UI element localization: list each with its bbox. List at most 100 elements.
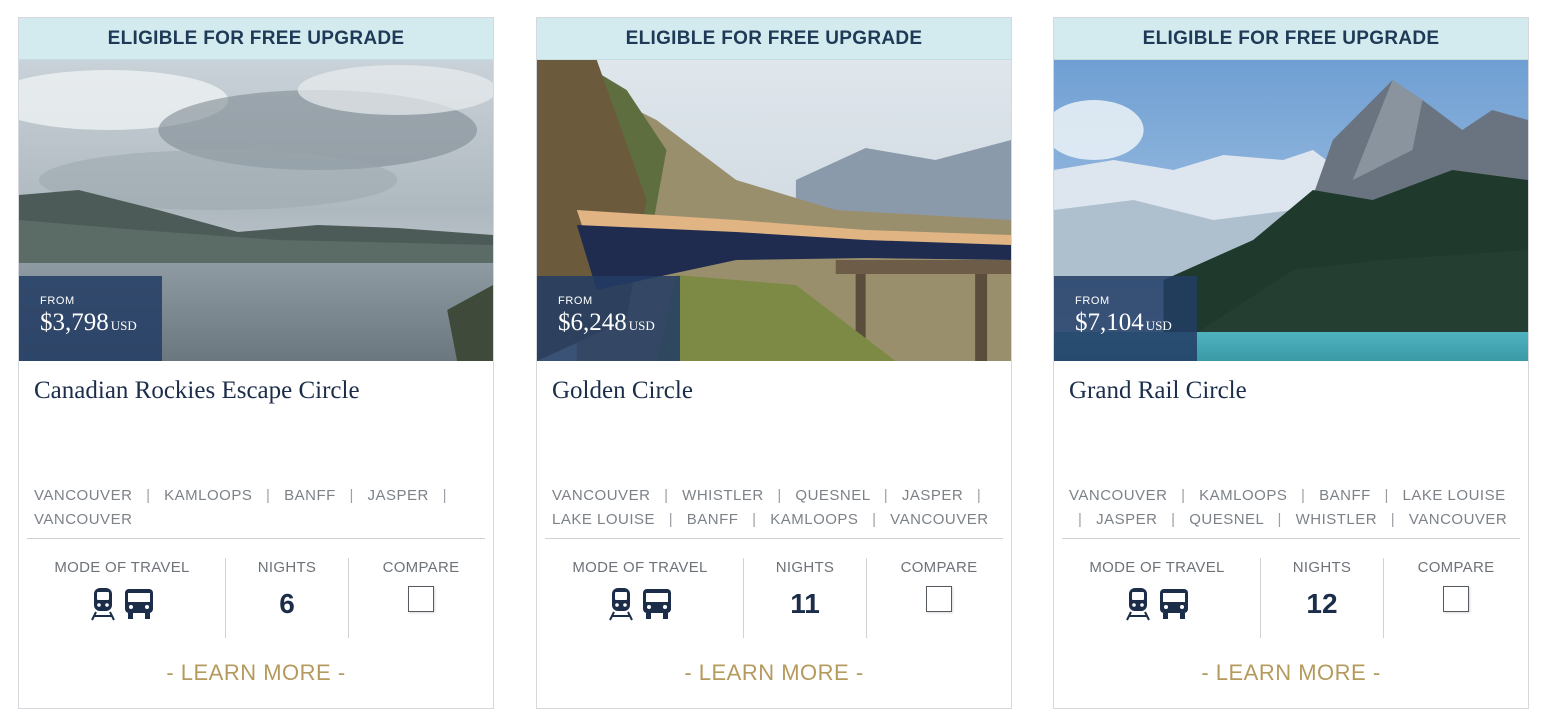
mode-of-travel: MODE OF TRAVEL xyxy=(1054,558,1260,638)
route-stop: BANFF xyxy=(686,511,739,528)
tour-photo-train[interactable]: FROM $6,248 USD xyxy=(537,60,1011,361)
price-currency: USD xyxy=(628,318,655,333)
compare: COMPARE xyxy=(866,558,1011,638)
compare-checkbox[interactable] xyxy=(1443,586,1469,612)
price-from-label: FROM xyxy=(40,295,75,307)
route-stops: VANCOUVER | KAMLOOPS | BANFF | LAKE LOUI… xyxy=(1069,484,1516,532)
price-badge: FROM $7,104 USD xyxy=(1054,276,1197,361)
route-separator: | xyxy=(1301,487,1306,504)
bus-icon xyxy=(643,589,671,619)
tour-photo-lake[interactable]: FROM $3,798 USD xyxy=(19,60,493,361)
bus-icon xyxy=(1160,589,1188,619)
route-stop: VANCOUVER xyxy=(1408,511,1508,528)
route-separator: | xyxy=(266,487,271,504)
route-stops: VANCOUVER | KAMLOOPS | BANFF | JASPER | … xyxy=(34,484,481,532)
route-stop: VANCOUVER xyxy=(34,487,133,504)
route-separator: | xyxy=(872,511,877,528)
route-separator: | xyxy=(442,487,447,504)
compare: COMPARE xyxy=(348,558,493,638)
route-stop: BANFF xyxy=(1319,487,1371,504)
price-amount: $6,248 xyxy=(558,309,627,336)
route-stop: KAMLOOPS xyxy=(770,511,859,528)
route-stop: WHISTLER xyxy=(1295,511,1378,528)
nights-label: NIGHTS xyxy=(257,559,317,576)
route-stop: LAKE LOUISE xyxy=(1402,487,1506,504)
mode-of-travel-label: MODE OF TRAVEL xyxy=(1089,559,1225,576)
tour-card[interactable]: ELIGIBLE FOR FREE UPGRADE xyxy=(536,17,1012,709)
divider xyxy=(1062,538,1520,539)
compare-checkbox[interactable] xyxy=(926,586,952,612)
tour-photo-mountains[interactable]: FROM $7,104 USD xyxy=(1054,60,1528,361)
route-stop: JASPER xyxy=(1096,511,1158,528)
route-separator: | xyxy=(349,487,354,504)
route-stops: VANCOUVER | WHISTLER | QUESNEL | JASPER … xyxy=(552,484,999,532)
route-stop: KAMLOOPS xyxy=(164,487,253,504)
route-stop: JASPER xyxy=(901,487,964,504)
route-stop: KAMLOOPS xyxy=(1199,487,1288,504)
route-separator: | xyxy=(1078,511,1083,528)
route-stop: BANFF xyxy=(284,487,336,504)
tour-card[interactable]: ELIGIBLE FOR FREE UPGRADE xyxy=(1053,17,1529,709)
tour-card-list: ELIGIBLE FOR FREE UPGRADE FROM $3,798 US… xyxy=(0,0,1549,726)
upgrade-banner: ELIGIBLE FOR FREE UPGRADE xyxy=(1054,18,1528,60)
mode-of-travel: MODE OF TRAVEL xyxy=(19,558,225,638)
train-icon xyxy=(1126,588,1150,621)
learn-more-link[interactable]: - LEARN MORE - xyxy=(19,660,493,686)
nights: NIGHTS 12 xyxy=(1260,558,1383,638)
upgrade-banner: ELIGIBLE FOR FREE UPGRADE xyxy=(19,18,493,60)
route-stop: QUESNEL xyxy=(795,487,871,504)
tour-meta: MODE OF TRAVEL NIGHTS 11 COMPARE xyxy=(537,558,1011,638)
price-from-label: FROM xyxy=(558,295,593,307)
route-separator: | xyxy=(1390,511,1396,528)
nights: NIGHTS 11 xyxy=(743,558,866,638)
price-badge: FROM $3,798 USD xyxy=(19,276,162,361)
route-stop: LAKE LOUISE xyxy=(552,511,656,528)
route-stop: VANCOUVER xyxy=(34,511,133,528)
upgrade-banner: ELIGIBLE FOR FREE UPGRADE xyxy=(537,18,1011,60)
price-amount: $3,798 xyxy=(40,309,109,336)
route-separator: | xyxy=(1171,511,1176,528)
compare-label: COMPARE xyxy=(382,559,460,576)
mode-of-travel: MODE OF TRAVEL xyxy=(537,558,743,638)
route-separator: | xyxy=(883,487,889,504)
route-stop: VANCOUVER xyxy=(890,511,989,528)
divider xyxy=(545,538,1003,539)
nights-count: 12 xyxy=(1306,588,1338,619)
divider xyxy=(27,538,485,539)
route-stop: VANCOUVER xyxy=(552,487,651,504)
price-currency: USD xyxy=(1145,318,1172,333)
tour-title[interactable]: Grand Rail Circle xyxy=(1069,377,1513,405)
route-stop: VANCOUVER xyxy=(1069,487,1168,504)
tour-card[interactable]: ELIGIBLE FOR FREE UPGRADE xyxy=(18,17,494,709)
bus-icon xyxy=(125,589,153,619)
price-amount: $7,104 xyxy=(1075,309,1144,336)
route-separator: | xyxy=(668,511,674,528)
route-stop: JASPER xyxy=(367,487,429,504)
price-currency: USD xyxy=(110,318,137,333)
route-stop: QUESNEL xyxy=(1189,511,1264,528)
train-icon xyxy=(91,588,115,621)
price-from-label: FROM xyxy=(1075,295,1110,307)
mode-of-travel-label: MODE OF TRAVEL xyxy=(572,559,708,576)
compare: COMPARE xyxy=(1383,558,1528,638)
compare-checkbox[interactable] xyxy=(408,586,434,612)
compare-label: COMPARE xyxy=(1417,559,1495,576)
route-separator: | xyxy=(1181,487,1186,504)
compare-label: COMPARE xyxy=(900,559,978,576)
route-stop: WHISTLER xyxy=(682,487,764,504)
nights-label: NIGHTS xyxy=(1292,559,1352,576)
tour-meta: MODE OF TRAVEL NIGHTS 6 COMPARE xyxy=(19,558,493,638)
route-separator: | xyxy=(976,487,982,504)
learn-more-link[interactable]: - LEARN MORE - xyxy=(1054,660,1528,686)
route-separator: | xyxy=(664,487,669,504)
learn-more-link[interactable]: - LEARN MORE - xyxy=(537,660,1011,686)
tour-title[interactable]: Golden Circle xyxy=(552,377,996,405)
nights-count: 6 xyxy=(279,588,295,619)
route-separator: | xyxy=(1277,511,1282,528)
route-separator: | xyxy=(752,511,757,528)
route-separator: | xyxy=(1384,487,1389,504)
tour-meta: MODE OF TRAVEL NIGHTS 12 COMPARE xyxy=(1054,558,1528,638)
tour-title[interactable]: Canadian Rockies Escape Circle xyxy=(34,377,478,405)
nights: NIGHTS 6 xyxy=(225,558,348,638)
route-separator: | xyxy=(777,487,782,504)
